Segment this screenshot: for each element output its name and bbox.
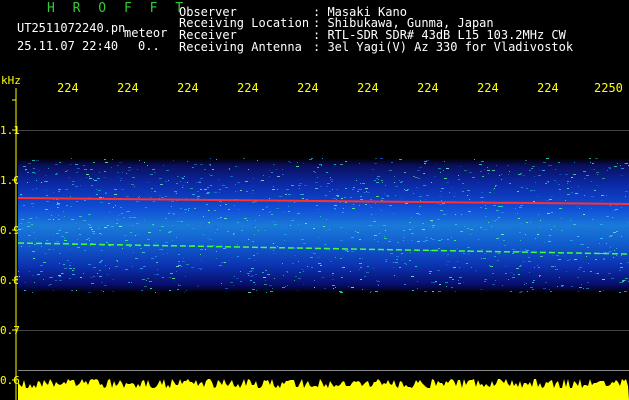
y-tick: 0.9 xyxy=(0,224,20,237)
filename: UT2511072240.pn xyxy=(17,21,126,35)
signal-level-fill xyxy=(18,379,629,400)
secondary-line xyxy=(18,242,629,255)
spectrogram-noise xyxy=(18,158,629,293)
field-antenna-value: : 3el Yagi(V) Az 330 for Vladivostok xyxy=(313,40,574,54)
spectrogram-band xyxy=(18,158,629,293)
time-tick: 2250 xyxy=(594,81,623,95)
field-antenna-label: Receiving Antenna xyxy=(179,40,302,54)
grid-line xyxy=(18,370,629,371)
time-tick: 224 xyxy=(57,81,79,95)
mode-label: meteor xyxy=(124,26,168,40)
app-title: H R O F F T xyxy=(47,1,189,16)
grid-line xyxy=(18,330,629,331)
time-tick: 224 xyxy=(297,81,319,95)
time-tick: 224 xyxy=(177,81,199,95)
y-tick: 0.7 xyxy=(0,324,20,337)
y-tick: 1.1 xyxy=(0,124,20,137)
y-tick: 0.8 xyxy=(0,274,20,287)
time-tick: 224 xyxy=(477,81,499,95)
time-tick: 224 xyxy=(237,81,259,95)
signal-level-strip xyxy=(18,379,629,400)
y-tick: 0.6 xyxy=(0,374,20,387)
datetime: 25.11.07 22:40 xyxy=(17,39,119,53)
time-tick: 224 xyxy=(537,81,559,95)
y-unit-label: kHz xyxy=(1,74,21,87)
time-tick: 224 xyxy=(417,81,439,95)
grid-line xyxy=(18,130,629,131)
counter: 0.. xyxy=(138,39,160,53)
time-tick: 224 xyxy=(357,81,379,95)
y-tick: 1.0 xyxy=(0,174,20,187)
time-tick: 224 xyxy=(117,81,139,95)
